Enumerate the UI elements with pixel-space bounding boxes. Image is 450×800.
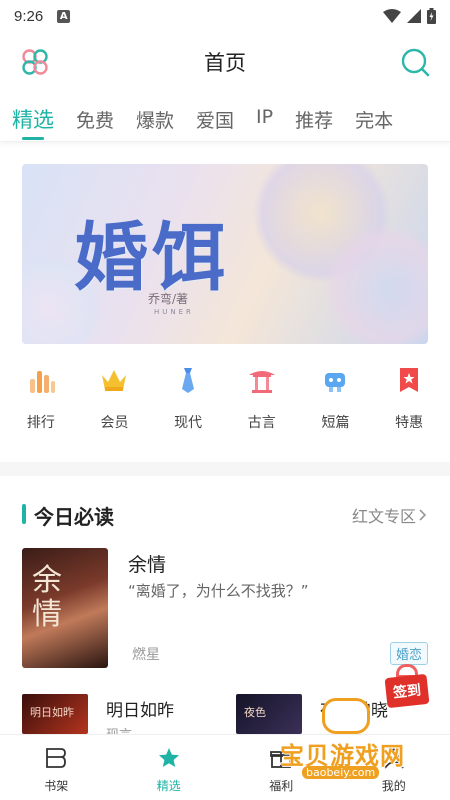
page-title: 首页	[204, 51, 246, 75]
discount-tag-icon	[391, 362, 427, 398]
shortcut-label: 特惠	[395, 415, 424, 431]
robot-icon	[317, 362, 353, 398]
shortcut-modern[interactable]: 现代	[158, 362, 218, 448]
tab-patriotic[interactable]: 爱国	[196, 96, 234, 142]
book-author: 燃星	[132, 647, 160, 663]
nav-featured[interactable]: 精选	[129, 735, 209, 800]
gamepad-icon	[322, 698, 370, 734]
book-title[interactable]: 明日如昨	[106, 696, 174, 721]
nav-bookshelf[interactable]: 书架	[16, 735, 96, 800]
shortcut-label: 短篇	[321, 415, 350, 431]
watermark-url: baobeiy.com	[302, 766, 380, 779]
bar-chart-icon	[23, 362, 59, 398]
shortcut-ranking[interactable]: 排行	[11, 362, 71, 448]
shortcut-label: 古言	[247, 415, 276, 431]
cover-title: 明日如昨	[30, 706, 74, 719]
tab-recommend[interactable]: 推荐	[295, 96, 333, 142]
signal-icon	[407, 9, 421, 23]
banner-subtitle: HUNER	[154, 308, 194, 316]
promo-banner[interactable]: 婚饵 乔弯/著 HUNER	[22, 164, 428, 344]
status-icons	[383, 8, 436, 24]
category-shortcuts: 排行 会员 现代 古言 短篇 特惠	[0, 362, 450, 448]
banner-book-title: 婚饵	[74, 215, 230, 301]
book-cover: 余情	[22, 548, 108, 668]
shortcut-ancient[interactable]: 古言	[232, 362, 292, 448]
section-more-link[interactable]: 红文专区	[352, 503, 428, 527]
battery-icon	[427, 8, 436, 24]
tie-icon	[170, 362, 206, 398]
tab-completed[interactable]: 完本	[355, 96, 393, 142]
app-header: 首页	[0, 34, 450, 90]
status-bar: 9:26 A	[0, 0, 450, 32]
shortcut-label: 现代	[174, 415, 203, 431]
nav-label: 精选	[156, 779, 181, 793]
shortcut-label: 会员	[100, 415, 129, 431]
status-time: 9:26	[14, 7, 44, 25]
section-title: 今日必读	[34, 505, 114, 529]
site-watermark: 宝贝游戏网 baobeiy.com	[276, 690, 426, 780]
tab-hot[interactable]: 爆款	[136, 96, 174, 142]
search-icon[interactable]	[400, 47, 430, 77]
bookshelf-icon	[43, 745, 69, 771]
grid-flower-icon[interactable]	[20, 47, 50, 77]
banner-author: 乔弯/著	[148, 292, 189, 306]
more-link-label: 红文专区	[351, 507, 416, 526]
shortcut-label: 排行	[26, 415, 55, 431]
shortcut-vip[interactable]: 会员	[84, 362, 144, 448]
shortcut-short[interactable]: 短篇	[305, 362, 365, 448]
chevron-right-icon	[419, 509, 427, 521]
book-title: 余情	[128, 554, 167, 576]
book-description: “离婚了，为什么不找我？”	[128, 582, 309, 600]
shortcut-discount[interactable]: 特惠	[379, 362, 439, 448]
tab-ip[interactable]: IP	[256, 96, 273, 142]
cover-title: 余情	[32, 563, 62, 632]
pavilion-icon	[244, 362, 280, 398]
category-tabs: 精选 免费 爆款 爱国 IP 推荐 完本	[0, 96, 450, 142]
section-divider	[0, 462, 450, 476]
book-cover[interactable]: 明日如昨	[22, 694, 88, 734]
crown-icon	[96, 362, 132, 398]
star-icon	[156, 745, 182, 771]
featured-book-card[interactable]: 余情 余情 “离婚了，为什么不找我？” 燃星 婚恋	[22, 548, 428, 670]
wifi-icon	[383, 9, 401, 23]
section-accent-bar	[22, 504, 26, 524]
cover-title: 夜色	[244, 706, 266, 719]
notification-icon: A	[57, 9, 71, 23]
tab-free[interactable]: 免费	[76, 96, 114, 142]
today-section-header: 今日必读 红文专区	[0, 494, 450, 534]
nav-label: 书架	[44, 779, 69, 793]
tab-featured[interactable]: 精选	[12, 96, 54, 142]
